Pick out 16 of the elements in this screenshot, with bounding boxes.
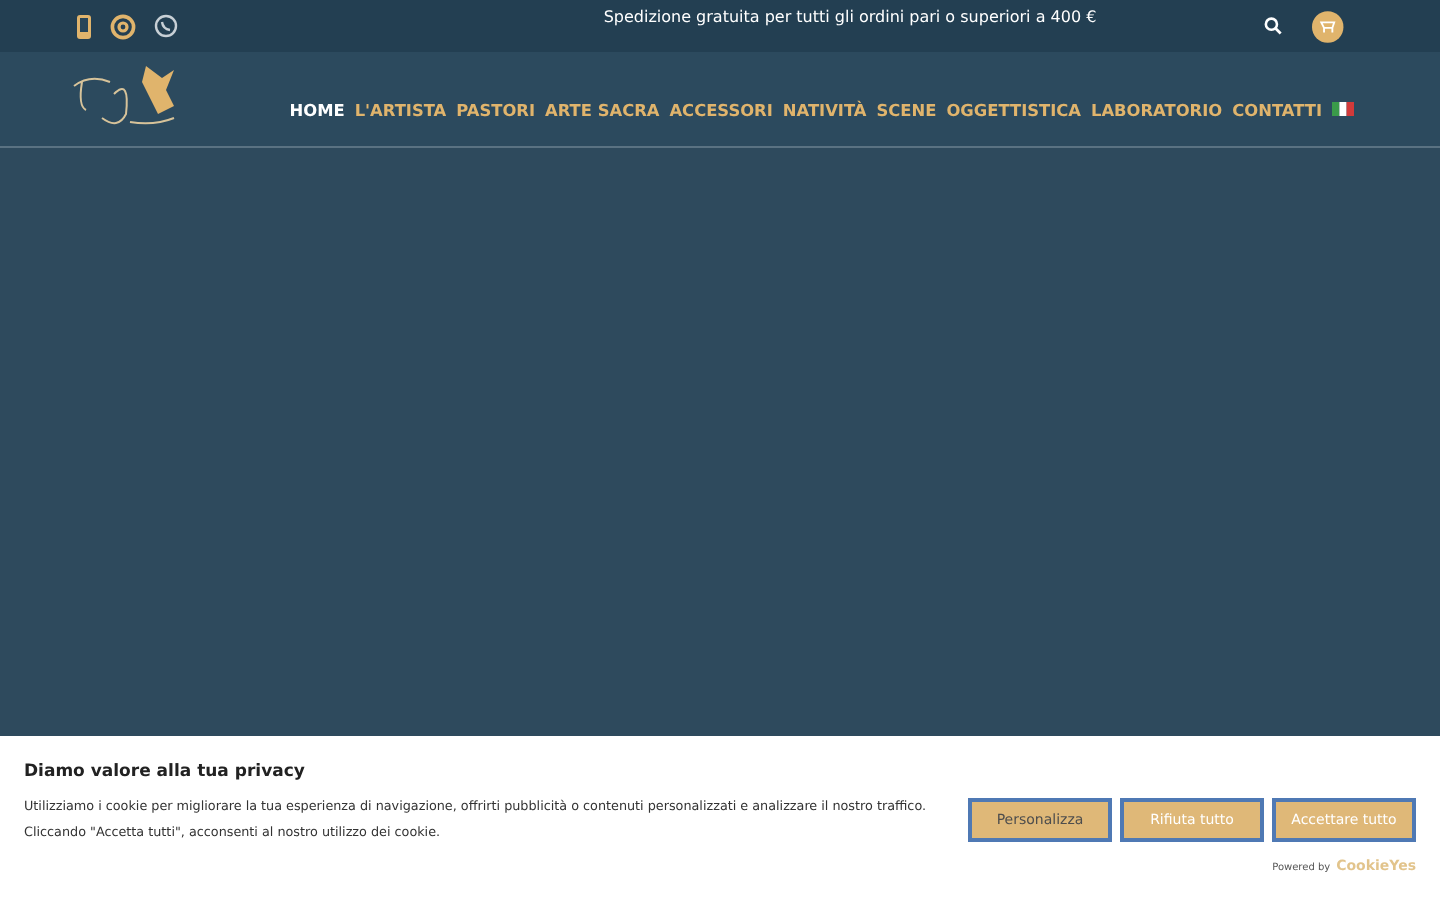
nav-link[interactable]: L'ARTISTA — [354, 99, 447, 119]
nav-link[interactable]: NATIVITÀ — [782, 99, 867, 119]
nav-link[interactable]: PASTORI — [456, 99, 536, 119]
nav-link[interactable]: ARTE SACRA — [545, 99, 660, 119]
shipping-announcement: Spedizione gratuita per tutti gli ordini pari o superiori a 400 € — [601, 8, 1099, 26]
nav-link[interactable]: SCENE — [876, 99, 937, 119]
search-icon[interactable] — [1264, 16, 1283, 36]
nav-link[interactable]: CONTATTI — [1232, 99, 1322, 119]
nav-link[interactable]: HOME — [289, 99, 345, 119]
italian-flag-icon[interactable] — [1332, 102, 1354, 116]
nav-link[interactable]: LABORATORIO — [1091, 99, 1223, 119]
nav-link[interactable]: ACCESSORI — [669, 99, 773, 119]
nav-link[interactable]: OGGETTISTICA — [946, 99, 1081, 119]
cart-icon[interactable] — [1312, 9, 1344, 43]
cookie-title: Diamo valore alla tua privacy — [24, 762, 307, 782]
phone-icon[interactable] — [76, 13, 92, 39]
